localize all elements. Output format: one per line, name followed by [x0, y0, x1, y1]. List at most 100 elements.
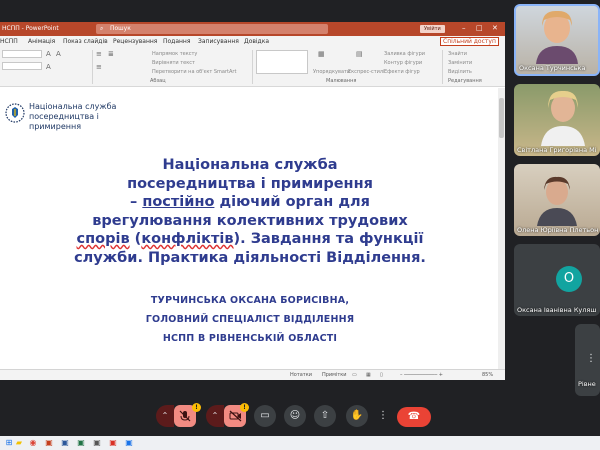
powerpoint-taskbar-icon[interactable]: ▣ — [44, 438, 54, 448]
arrange[interactable]: Упорядкувати — [313, 69, 350, 75]
title-line: – постійно діючий орган для — [28, 193, 472, 212]
font-size-box[interactable] — [2, 62, 42, 70]
ribbon-separator — [442, 50, 443, 84]
status-bar: Нотатки Примітки ▭ ▦ ▯ – ─────────── + 8… — [0, 369, 505, 380]
tab-help[interactable]: Довідка — [244, 38, 269, 45]
tab-animation[interactable]: Анімація — [28, 38, 55, 45]
slide-title[interactable]: Національна служба посередництва і прими… — [28, 156, 472, 267]
participant-name: Світлана Григорівна Мі — [517, 146, 597, 154]
emoji-icon[interactable]: ☺ — [284, 405, 306, 427]
title-fragment: діючий орган для — [214, 194, 370, 210]
bullets-icon[interactable]: ≡ — [96, 50, 102, 58]
participant-tile[interactable]: Світлана Григорівна Мі — [514, 84, 600, 156]
more-icon[interactable]: ⋮ — [372, 405, 394, 427]
scroll-thumb[interactable] — [499, 98, 504, 138]
raise-hand-icon[interactable]: ✋ — [346, 405, 368, 427]
chrome-icon[interactable]: ◉ — [28, 438, 38, 448]
shape-effects[interactable]: Ефекти фігур — [384, 69, 420, 75]
participant-tile[interactable]: О Оксана Іванівна Куляш — [514, 244, 600, 316]
app-taskbar-icon[interactable]: ▣ — [92, 438, 102, 448]
ribbon-separator — [252, 50, 253, 84]
numbering-icon[interactable]: ≣ — [108, 50, 114, 58]
title-line: служби. Практика діяльності Відділення. — [74, 249, 426, 266]
participant-avatar: О — [556, 266, 582, 292]
group-editing: Редагування — [448, 78, 482, 84]
tab-record[interactable]: Записування — [198, 38, 239, 45]
align-text[interactable]: Вирівняти текст — [152, 60, 195, 66]
search-placeholder: Пошук — [110, 25, 131, 32]
zoom-slider[interactable]: – ─────────── + — [400, 372, 443, 378]
font-box[interactable] — [2, 50, 42, 58]
search-icon: ⌕ — [100, 25, 104, 32]
slide[interactable]: Національна служба посередництва і прими… — [0, 88, 498, 369]
title-line: посередництва і примирення — [127, 175, 373, 192]
quick-styles-icon[interactable]: ▤ — [356, 50, 363, 58]
comments-button[interactable]: Примітки — [322, 372, 347, 378]
signin-button[interactable]: Увійти — [420, 25, 445, 33]
participant-name: Оксана Іванівна Куляш — [517, 306, 597, 314]
mic-warning-badge: ! — [192, 403, 201, 412]
font-color-icon[interactable]: A — [46, 63, 51, 71]
select[interactable]: Виділить — [448, 69, 472, 75]
align-icon[interactable]: ≡ — [96, 63, 102, 71]
participant-name: Олена Юріївна Плетьон — [517, 226, 599, 234]
screen: НСПП - PowerPoint ⌕ Пошук Увійти – □ ✕ Н… — [0, 0, 600, 450]
reading-view-icon[interactable]: ▯ — [380, 372, 383, 378]
mic-options-chevron-icon[interactable]: ⌃ — [156, 405, 174, 427]
shapes-gallery[interactable] — [256, 50, 308, 74]
normal-view-icon[interactable]: ▭ — [352, 372, 357, 378]
hangup-icon[interactable]: ☎ — [397, 407, 431, 427]
word-taskbar-icon[interactable]: ▣ — [60, 438, 70, 448]
tab-review[interactable]: Рецензування — [113, 38, 157, 45]
group-paragraph: Абзац — [150, 78, 166, 84]
close-icon[interactable]: ✕ — [492, 24, 498, 32]
present-icon[interactable]: ⇧ — [314, 405, 336, 427]
subtitle-line: ГОЛОВНИЙ СПЕЦІАЛІСТ ВІДДІЛЕННЯ — [145, 314, 355, 325]
app-taskbar-icon[interactable]: ▣ — [124, 438, 134, 448]
shape-fill[interactable]: Заливка фігури — [384, 51, 425, 57]
logo-text: Національна служба посередництва і прими… — [29, 102, 116, 132]
minimize-icon[interactable]: – — [462, 24, 466, 32]
search-box[interactable]: ⌕ Пошук — [96, 24, 328, 34]
tab-slideshow[interactable]: Показ слайдів — [63, 38, 108, 45]
title-fragment: ( — [129, 231, 142, 247]
title-fragment: конфліктів — [141, 231, 234, 247]
shape-outline[interactable]: Контур фігури — [384, 60, 422, 66]
text-direction[interactable]: Напрямок тексту — [152, 51, 197, 57]
sorter-view-icon[interactable]: ▦ — [366, 372, 371, 378]
vertical-scrollbar[interactable] — [498, 88, 505, 369]
title-fragment: спорів — [76, 231, 130, 247]
smartart[interactable]: Перетворити на об'єкт SmartArt — [152, 69, 236, 75]
title-line: Національна служба — [162, 157, 338, 173]
participant-tile[interactable]: Олена Юріївна Плетьон — [514, 164, 600, 236]
replace[interactable]: Замінити — [448, 60, 472, 66]
taskbar: ⊞ ▰ ◉ ▣ ▣ ▣ ▣ ▣ ▣ — [0, 436, 600, 450]
arrange-icon[interactable]: ▦ — [318, 50, 325, 58]
camera-warning-badge: ! — [240, 403, 249, 412]
font-grow-icon[interactable]: A — [46, 50, 51, 58]
font-shrink-icon[interactable]: A — [56, 50, 61, 58]
participant-tile[interactable]: ⋮ Рівне — [575, 324, 600, 396]
subtitle-line: ТУРЧИНСЬКА ОКСАНА БОРИСІВНА, — [150, 295, 350, 306]
ribbon-tabs: НСПП Анімація Показ слайдів Рецензування… — [0, 36, 505, 47]
captions-icon[interactable]: ▭ — [254, 405, 276, 427]
participant-tile[interactable]: Оксана Турчинська — [514, 4, 600, 76]
notes-button[interactable]: Нотатки — [290, 372, 312, 378]
more-options-icon[interactable]: ⋮ — [586, 354, 596, 364]
share-button[interactable]: Спільний доступ — [440, 37, 499, 46]
excel-taskbar-icon[interactable]: ▣ — [76, 438, 86, 448]
title-fragment: постійно — [142, 194, 215, 210]
explorer-icon[interactable]: ▰ — [14, 438, 24, 448]
participant-name: Рівне — [578, 380, 596, 388]
slide-subtitle[interactable]: ТУРЧИНСЬКА ОКСАНА БОРИСІВНА, ГОЛОВНИЙ СП… — [28, 291, 472, 348]
find[interactable]: Знайти — [448, 51, 467, 57]
camera-options-chevron-icon[interactable]: ⌃ — [206, 405, 224, 427]
tab-view[interactable]: Подання — [163, 38, 190, 45]
logo-line: посередництва і — [29, 112, 99, 121]
camera-off-glyph-icon — [229, 410, 241, 422]
tab-file[interactable]: НСПП — [0, 38, 18, 45]
start-icon[interactable]: ⊞ — [4, 438, 14, 448]
app-taskbar-icon[interactable]: ▣ — [108, 438, 118, 448]
maximize-icon[interactable]: □ — [476, 24, 483, 32]
quick-styles[interactable]: Експрес-стилі — [348, 69, 385, 75]
